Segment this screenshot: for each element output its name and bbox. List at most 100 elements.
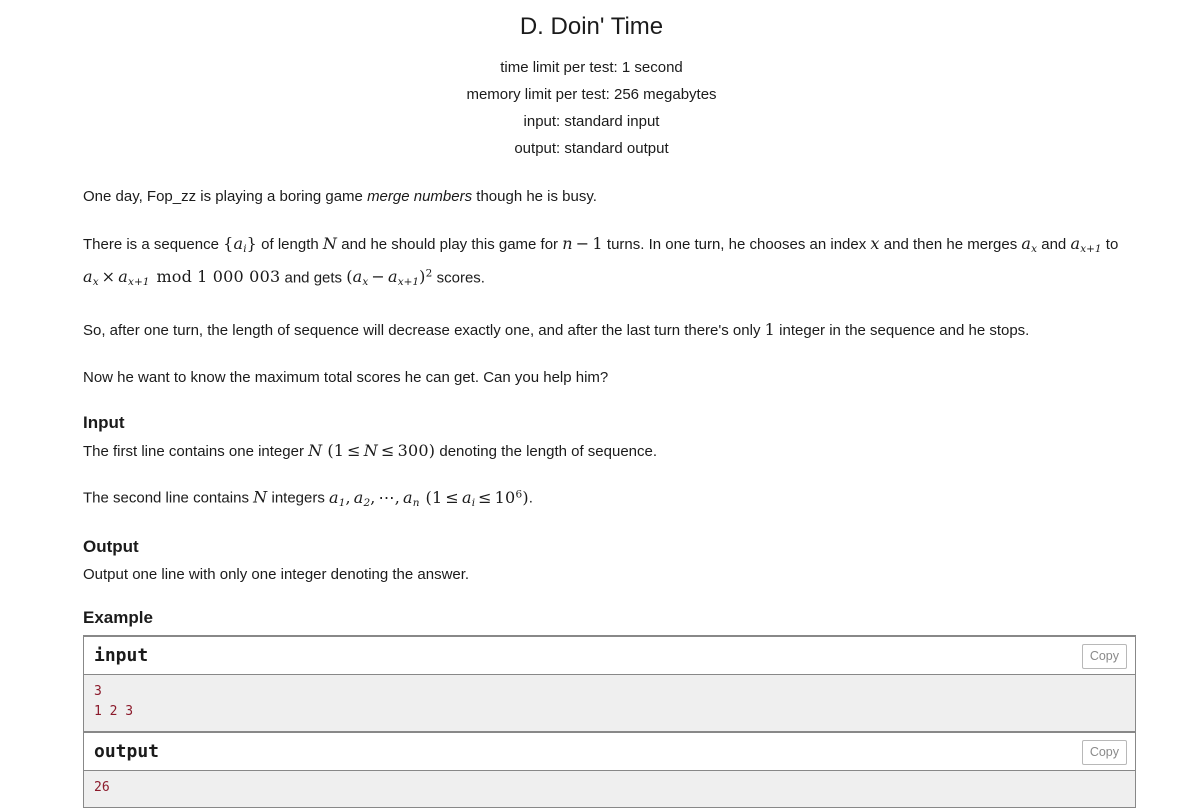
output-spec: output: standard output <box>514 140 669 157</box>
input-text-1: The first line contains one integer <box>83 443 309 461</box>
math-var-a: a <box>353 487 364 507</box>
math-one: 1 <box>592 234 603 253</box>
math-modulus-value: 1 000 003 <box>197 267 281 287</box>
page-title: D. Doin' Time <box>519 13 664 40</box>
math-one: 1 <box>431 487 443 507</box>
math-var-a: a <box>1070 234 1081 253</box>
output-section: Output Output one line with only one int… <box>83 536 1135 587</box>
math-comma: , <box>345 487 351 507</box>
output-description: Output one line with only one integer de… <box>83 565 470 583</box>
math-times: × <box>101 267 116 287</box>
input-text-3: The second line contains <box>83 489 254 507</box>
math-sub-x: x <box>92 276 99 289</box>
output-heading: Output <box>83 536 139 556</box>
game-name-emphasis: merge numbers <box>367 188 473 205</box>
math-var-N: N <box>322 234 338 253</box>
input-line-2: The second line contains N integers a1, a… <box>83 482 1135 515</box>
math-brace-open: { <box>223 234 234 253</box>
math-var-a: a <box>233 234 244 253</box>
math-var-a: a <box>352 267 363 287</box>
math-n-max: 300 <box>397 441 429 461</box>
math-a-x: ax <box>1021 234 1037 255</box>
input-spec: input: standard input <box>523 113 660 130</box>
paragraph-turn-effect: So, after one turn, the length of sequen… <box>83 317 1135 343</box>
math-less-equal: ≤ <box>347 441 361 461</box>
turn-effect-text-2: integer in the sequence and he stops. <box>775 322 1030 340</box>
math-n-constraint: (1 ≤ N ≤300) <box>322 441 435 460</box>
copy-output-button[interactable]: Copy <box>1081 739 1127 765</box>
intro-text-after: though he is busy. <box>472 188 597 205</box>
input-sample-label: input <box>94 644 149 666</box>
input-sample-data[interactable]: 3 1 2 3 <box>84 674 1135 731</box>
math-less-equal: ≤ <box>478 487 492 507</box>
math-var-N: N <box>363 441 378 461</box>
math-sub-x-plus-1: x+1 <box>128 276 150 289</box>
math-one: 1 <box>333 441 345 461</box>
math-merge-expression: ax × ax+1 mod 1 000 003 <box>83 267 281 289</box>
math-sequence-list: a1, a2, ⋯, an <box>329 487 420 509</box>
paragraph-intro: One day, Fop_zz is playing a boring game… <box>83 184 1135 209</box>
input-text-4: integers <box>267 489 330 507</box>
input-text-5: . <box>528 489 533 507</box>
problem-header: D. Doin' Time time limit per test: 1 sec… <box>0 0 1183 162</box>
statement-body: One day, Fop_zz is playing a boring game… <box>0 162 1183 587</box>
input-text-2: denoting the length of sequence. <box>435 443 658 461</box>
rules-text-4: turns. In one turn, he chooses an index <box>602 236 871 253</box>
paragraph-rules: There is a sequence {ai} of length N and… <box>83 231 1135 295</box>
rules-text-3: and he should play this game for <box>337 236 563 253</box>
math-sub-x-plus-1: x+1 <box>397 276 420 289</box>
math-one: 1 <box>764 320 775 340</box>
math-var-N: N <box>308 441 323 461</box>
math-minus: − <box>371 267 385 287</box>
rules-text-9: scores. <box>432 269 485 287</box>
rules-text-5: and then he merges <box>879 236 1022 253</box>
math-var-a: a <box>329 487 339 507</box>
intro-text-before: One day, Fop_zz is playing a boring game <box>83 188 368 205</box>
math-a-x-plus-1: ax+1 <box>1070 234 1102 255</box>
math-var-x: x <box>870 234 880 253</box>
math-var-a: a <box>1021 234 1032 253</box>
math-ai-constraint: (1 ≤ ai ≤106) <box>420 487 529 509</box>
math-less-equal: ≤ <box>380 441 395 461</box>
example-section: Example input Copy 3 1 2 3 output Copy 2… <box>0 607 1183 808</box>
math-var-a: a <box>83 267 93 287</box>
rules-text-1: There is a sequence <box>83 236 224 253</box>
input-section: Input The first line contains one intege… <box>83 412 1135 515</box>
output-sample-data[interactable]: 26 <box>84 770 1135 807</box>
rules-text-6: and <box>1037 236 1071 253</box>
rules-text-8: and gets <box>280 269 347 287</box>
math-comma: , <box>394 487 400 507</box>
input-heading: Input <box>83 413 125 433</box>
math-sequence-set: {ai} <box>223 234 257 255</box>
output-sample-header: output Copy <box>84 732 1135 771</box>
paragraph-question: Now he want to know the maximum total sc… <box>83 369 609 387</box>
rules-text-7: to <box>1101 236 1119 253</box>
math-ellipsis: ⋯ <box>378 487 395 507</box>
math-var-a: a <box>387 267 398 287</box>
math-mod-operator: mod <box>156 267 193 287</box>
math-sub-x-plus-1: x+1 <box>1080 242 1102 255</box>
math-var-n: n <box>562 234 573 253</box>
example-heading: Example <box>83 607 153 627</box>
math-score-expression: (ax − ax+1)2 <box>346 267 432 289</box>
math-minus: − <box>575 234 590 253</box>
math-brace-close: } <box>246 234 257 253</box>
math-less-equal: ≤ <box>445 487 459 507</box>
time-limit: time limit per test: 1 second <box>500 59 683 76</box>
turn-effect-text-1: So, after one turn, the length of sequen… <box>83 322 765 340</box>
example-box: input Copy 3 1 2 3 output Copy 26 <box>83 634 1136 808</box>
copy-input-button[interactable]: Copy <box>1081 643 1127 669</box>
math-base-10: 10 <box>494 487 516 507</box>
math-var-a: a <box>402 487 413 507</box>
problem-statement-page: D. Doin' Time time limit per test: 1 sec… <box>0 0 1183 808</box>
math-var-N: N <box>253 487 268 507</box>
rules-text-2: of length <box>256 236 323 253</box>
math-var-a: a <box>461 487 472 507</box>
memory-limit: memory limit per test: 256 megabytes <box>466 86 717 103</box>
math-n-minus-1: n −1 <box>562 234 603 253</box>
input-sample-header: input Copy <box>84 636 1135 675</box>
math-sub-n: n <box>412 496 420 509</box>
math-var-a: a <box>118 267 129 287</box>
input-line-1: The first line contains one integer N (1 ≤… <box>83 438 1135 464</box>
output-sample-label: output <box>94 740 160 762</box>
